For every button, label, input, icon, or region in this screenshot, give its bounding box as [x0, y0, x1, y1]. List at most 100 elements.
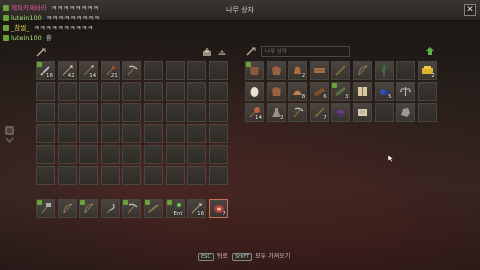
stack-icon[interactable]	[217, 48, 227, 57]
chest-slot[interactable]	[245, 61, 264, 80]
inventory-slot[interactable]: 42	[57, 61, 77, 80]
inventory-slot[interactable]	[208, 145, 228, 164]
inventory-slot[interactable]	[208, 61, 228, 80]
inventory-slot[interactable]	[165, 61, 185, 80]
chest-slot[interactable]	[352, 82, 372, 101]
chest-slot[interactable]	[288, 103, 308, 122]
inventory-slot[interactable]	[100, 145, 120, 164]
hotbar-slot[interactable]	[122, 199, 142, 218]
chest-slot[interactable]	[352, 61, 372, 80]
chest-slot[interactable]	[374, 103, 394, 122]
inventory-slot[interactable]: 14	[79, 61, 99, 80]
inventory-slot[interactable]	[79, 145, 99, 164]
inventory-slot[interactable]	[100, 124, 120, 143]
inventory-slot[interactable]	[165, 82, 185, 101]
chest-slot[interactable]	[309, 61, 329, 80]
inventory-slot[interactable]	[143, 61, 163, 80]
chest-slot[interactable]	[352, 103, 372, 122]
chest-slot[interactable]	[396, 61, 416, 80]
inventory-slot[interactable]	[122, 124, 142, 143]
chest-slot[interactable]	[331, 61, 351, 80]
inventory-slot[interactable]	[143, 166, 163, 185]
chest-slot[interactable]: 2	[417, 61, 437, 80]
inventory-slot[interactable]	[100, 166, 120, 185]
inventory-slot[interactable]	[57, 82, 77, 101]
inventory-slot[interactable]	[36, 124, 55, 143]
inventory-slot[interactable]	[122, 103, 142, 122]
chest-slot[interactable]	[417, 82, 437, 101]
hotbar-slot[interactable]: Ent	[165, 199, 185, 218]
sort-icon[interactable]	[36, 48, 46, 57]
inventory-slot[interactable]	[165, 145, 185, 164]
chest-slot[interactable]: 14	[245, 103, 264, 122]
chest-slot[interactable]: 7	[309, 103, 329, 122]
inventory-slot[interactable]	[36, 82, 55, 101]
inventory-slot[interactable]	[165, 166, 185, 185]
chest-slot[interactable]	[266, 82, 286, 101]
inventory-slot[interactable]	[79, 166, 99, 185]
inventory-slot[interactable]	[143, 82, 163, 101]
inventory-slot[interactable]	[187, 103, 207, 122]
inventory-slot[interactable]	[57, 166, 77, 185]
hotbar-slot[interactable]	[79, 199, 99, 218]
inventory-slot[interactable]	[208, 166, 228, 185]
chest-slot[interactable]: 3	[331, 82, 351, 101]
inventory-slot[interactable]	[100, 103, 120, 122]
inventory-slot[interactable]	[165, 103, 185, 122]
inventory-slot[interactable]	[122, 61, 142, 80]
inventory-slot[interactable]	[100, 82, 120, 101]
inventory-slot[interactable]	[208, 124, 228, 143]
deposit-icon[interactable]	[202, 48, 212, 57]
inventory-slot[interactable]	[165, 124, 185, 143]
inventory-slot[interactable]	[208, 103, 228, 122]
hotbar-slot[interactable]: 7	[208, 199, 228, 218]
chest-slot[interactable]: 2	[266, 103, 286, 122]
chest-slot[interactable]: 2	[288, 61, 308, 80]
inventory-slot[interactable]	[187, 145, 207, 164]
inventory-slot[interactable]	[57, 145, 77, 164]
chest-slot[interactable]	[396, 82, 416, 101]
inventory-slot[interactable]	[36, 103, 55, 122]
inventory-slot[interactable]	[143, 124, 163, 143]
inventory-slot[interactable]: 16	[36, 61, 55, 80]
chest-slot[interactable]: 8	[288, 82, 308, 101]
inventory-slot[interactable]	[122, 145, 142, 164]
inventory-slot[interactable]	[187, 166, 207, 185]
inventory-slot[interactable]	[36, 145, 55, 164]
search-input[interactable]	[261, 46, 350, 57]
inventory-slot[interactable]	[79, 82, 99, 101]
inventory-slot[interactable]	[57, 103, 77, 122]
pickaxe-icon	[127, 203, 138, 214]
chest-slot[interactable]	[245, 82, 264, 101]
back-hint[interactable]: ESC 뒤로	[198, 251, 228, 261]
inventory-slot[interactable]: 21	[100, 61, 120, 80]
inventory-slot[interactable]	[187, 82, 207, 101]
inventory-slot[interactable]	[79, 103, 99, 122]
hotbar-slot[interactable]	[36, 199, 55, 218]
inventory-slot[interactable]	[122, 166, 142, 185]
chest-slot[interactable]: 6	[309, 82, 329, 101]
hotbar-slot[interactable]	[57, 199, 77, 218]
chest-sort-icon[interactable]	[246, 47, 256, 56]
inventory-slot[interactable]	[187, 61, 207, 80]
inventory-slot[interactable]	[143, 145, 163, 164]
inventory-slot[interactable]	[208, 82, 228, 101]
close-button[interactable]: ✕	[464, 4, 476, 16]
chest-slot[interactable]	[417, 103, 437, 122]
chest-slot[interactable]: 5	[374, 82, 394, 101]
take-all-hint[interactable]: SHIFT 모두 가져오기	[232, 251, 290, 261]
hotbar-slot[interactable]	[100, 199, 120, 218]
hotbar-slot[interactable]: 16	[187, 199, 207, 218]
inventory-slot[interactable]	[187, 124, 207, 143]
inventory-slot[interactable]	[122, 82, 142, 101]
chest-upgrade-icon[interactable]	[425, 47, 435, 56]
inventory-slot[interactable]	[57, 124, 77, 143]
hotbar-slot[interactable]	[143, 199, 163, 218]
chest-slot[interactable]	[331, 103, 351, 122]
chest-slot[interactable]	[266, 61, 286, 80]
chest-slot[interactable]	[374, 61, 394, 80]
inventory-slot[interactable]	[79, 124, 99, 143]
chest-slot[interactable]	[396, 103, 416, 122]
inventory-slot[interactable]	[36, 166, 55, 185]
inventory-slot[interactable]	[143, 103, 163, 122]
